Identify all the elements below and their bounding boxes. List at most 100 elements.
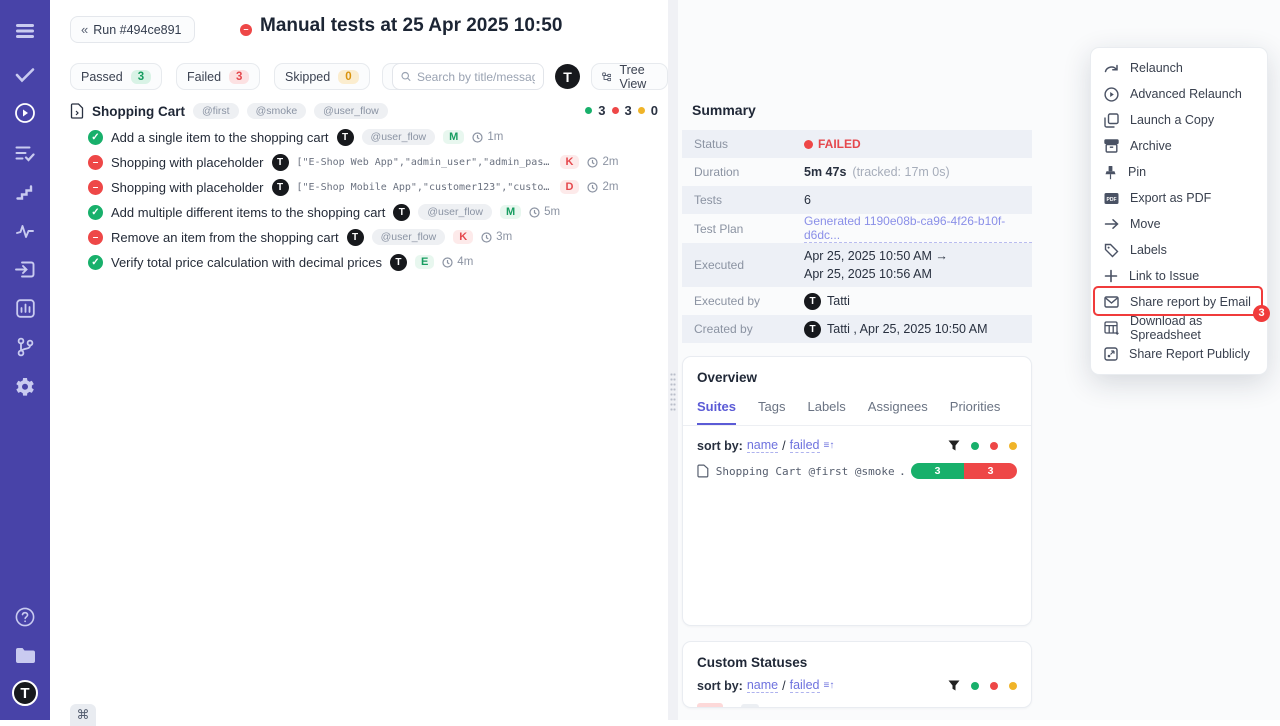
sort-by-failed-link[interactable]: failed <box>790 438 820 453</box>
row-label: Executed by <box>682 294 804 308</box>
skipped-filter-dot[interactable] <box>1009 682 1017 690</box>
sort-ascending-icon: ≡↑ <box>824 440 835 451</box>
test-tag[interactable]: @user_flow <box>418 204 492 220</box>
menu-item-share-report-by-email[interactable]: Share report by Email 3 <box>1091 289 1267 315</box>
skipped-filter-dot[interactable] <box>1009 442 1017 450</box>
test-row[interactable]: ✓ Add a single item to the shopping cart… <box>88 126 666 148</box>
steps-icon[interactable] <box>0 177 50 207</box>
menu-item-export-as-pdf[interactable]: PDF Export as PDF <box>1091 185 1267 211</box>
tab-tags[interactable]: Tags <box>758 399 785 425</box>
spreadsheet-icon <box>1104 321 1119 335</box>
avatar: T <box>12 680 38 706</box>
hamburger-menu-icon[interactable] <box>0 16 50 46</box>
suite-counts: 3 3 0 <box>585 103 658 118</box>
test-plans-icon[interactable] <box>0 138 50 168</box>
menu-item-archive[interactable]: Archive <box>1091 133 1267 159</box>
projects-folder-icon[interactable] <box>0 640 50 670</box>
tests-icon[interactable] <box>0 60 50 90</box>
filter-passed-button[interactable]: Passed 3 <box>70 63 162 90</box>
row-label: Status <box>682 137 804 151</box>
suite-skipped-count: 0 <box>651 103 658 118</box>
filter-skipped-button[interactable]: Skipped 0 <box>274 63 370 90</box>
sort-by-name-link[interactable]: name <box>747 438 778 453</box>
custom-statuses-title: Custom Statuses <box>683 642 1031 670</box>
tab-suites[interactable]: Suites <box>697 399 736 425</box>
overview-tabs: Suites Tags Labels Assignees Priorities <box>683 385 1031 426</box>
test-row[interactable]: – Remove an item from the shopping cart … <box>88 226 666 248</box>
tab-labels[interactable]: Labels <box>807 399 845 425</box>
svg-text:PDF: PDF <box>1107 196 1117 202</box>
row-label: Executed <box>682 258 804 272</box>
menu-item-share-report-publicly[interactable]: Share Report Publicly <box>1091 341 1267 367</box>
import-icon[interactable] <box>0 254 50 284</box>
menu-item-launch-a-copy[interactable]: Launch a Copy <box>1091 107 1267 133</box>
test-plan-link[interactable]: Generated 1190e08b-ca96-4f26-b10f-d6dc..… <box>804 214 1032 243</box>
sort-by-name-link[interactable]: name <box>747 678 778 693</box>
tab-assignees[interactable]: Assignees <box>868 399 928 425</box>
clock-icon <box>481 232 492 243</box>
failed-count-badge: 3 <box>229 70 249 84</box>
sort-by-label: sort by: <box>697 679 743 693</box>
overview-suite-row[interactable]: Shopping Cart @first @smoke … 3 3 <box>683 453 1031 479</box>
status-value: FAILED <box>804 137 861 151</box>
menu-item-labels[interactable]: Labels <box>1091 237 1267 263</box>
summary-table: Status FAILED Duration 5m 47s(tracked: 1… <box>682 130 1032 343</box>
tree-view-button[interactable]: Tree View <box>591 63 668 90</box>
suite-tag[interactable]: @smoke <box>247 103 307 119</box>
pulse-icon[interactable] <box>0 216 50 246</box>
tab-priorities[interactable]: Priorities <box>950 399 1001 425</box>
failed-bar-segment: 3 <box>964 463 1017 479</box>
panel-resize-divider[interactable] <box>668 0 678 720</box>
test-row[interactable]: – Shopping with placeholder T ["E-Shop M… <box>88 176 666 198</box>
passed-filter-dot[interactable] <box>971 682 979 690</box>
test-row[interactable]: – Shopping with placeholder T ["E-Shop W… <box>88 151 666 173</box>
suite-tag[interactable]: @user_flow <box>314 103 388 119</box>
branches-icon[interactable] <box>0 332 50 362</box>
sidebar-user-avatar[interactable]: T <box>0 678 50 708</box>
test-row[interactable]: ✓ Verify total price calculation with de… <box>88 251 666 273</box>
test-avatar: T <box>272 179 289 196</box>
test-tag[interactable]: @user_flow <box>362 129 436 145</box>
relaunch-icon <box>1104 62 1119 75</box>
menu-item-relaunch[interactable]: Relaunch <box>1091 55 1267 81</box>
test-avatar: T <box>393 204 410 221</box>
passed-filter-dot[interactable] <box>971 442 979 450</box>
pin-icon <box>1104 165 1117 180</box>
suite-row[interactable]: Shopping Cart @first @smoke @user_flow <box>70 101 660 121</box>
menu-item-download-as-spreadsheet[interactable]: Download as Spreadsheet <box>1091 315 1267 341</box>
analytics-icon[interactable] <box>0 293 50 323</box>
failed-filter-dot[interactable] <box>990 442 998 450</box>
help-icon[interactable] <box>0 602 50 632</box>
menu-item-advanced-relaunch[interactable]: Advanced Relaunch <box>1091 81 1267 107</box>
run-failed-status-icon: – <box>240 24 252 36</box>
custom-statuses-card: Custom Statuses sort by: name / failed ≡… <box>682 641 1032 708</box>
runs-icon[interactable] <box>0 98 50 128</box>
search-icon <box>401 70 411 83</box>
suite-tag[interactable]: @first <box>193 103 239 119</box>
filter-funnel-icon[interactable] <box>948 680 960 692</box>
passed-check-icon: ✓ <box>88 255 103 270</box>
failed-filter-dot[interactable] <box>990 682 998 690</box>
row-label: Tests <box>682 193 804 207</box>
email-envelope-icon <box>1104 296 1119 308</box>
filter-failed-button[interactable]: Failed 3 <box>176 63 260 90</box>
menu-item-pin[interactable]: Pin <box>1091 159 1267 185</box>
advanced-relaunch-icon <box>1104 87 1119 102</box>
menu-item-link-to-issue[interactable]: Link to Issue <box>1091 263 1267 289</box>
back-to-run-button[interactable]: « Run #494ce891 <box>70 16 195 43</box>
tests-count-value: 6 <box>804 193 811 207</box>
passed-check-icon: ✓ <box>88 205 103 220</box>
test-title: Verify total price calculation with deci… <box>111 255 382 270</box>
test-row[interactable]: ✓ Add multiple different items to the sh… <box>88 201 666 223</box>
test-tag[interactable]: @user_flow <box>372 229 446 245</box>
search-input[interactable] <box>417 70 535 84</box>
assignee-avatar[interactable]: T <box>555 64 580 89</box>
filter-funnel-icon[interactable] <box>948 440 960 452</box>
sort-by-failed-link[interactable]: failed <box>790 678 820 693</box>
keyboard-shortcut-button[interactable]: ⌘ <box>70 704 96 726</box>
export-pdf-icon: PDF <box>1104 192 1119 205</box>
settings-gear-icon[interactable] <box>0 372 50 402</box>
menu-item-move[interactable]: Move <box>1091 211 1267 237</box>
assignee-initial-badge: E <box>415 255 434 269</box>
share-publicly-icon <box>1104 347 1118 361</box>
